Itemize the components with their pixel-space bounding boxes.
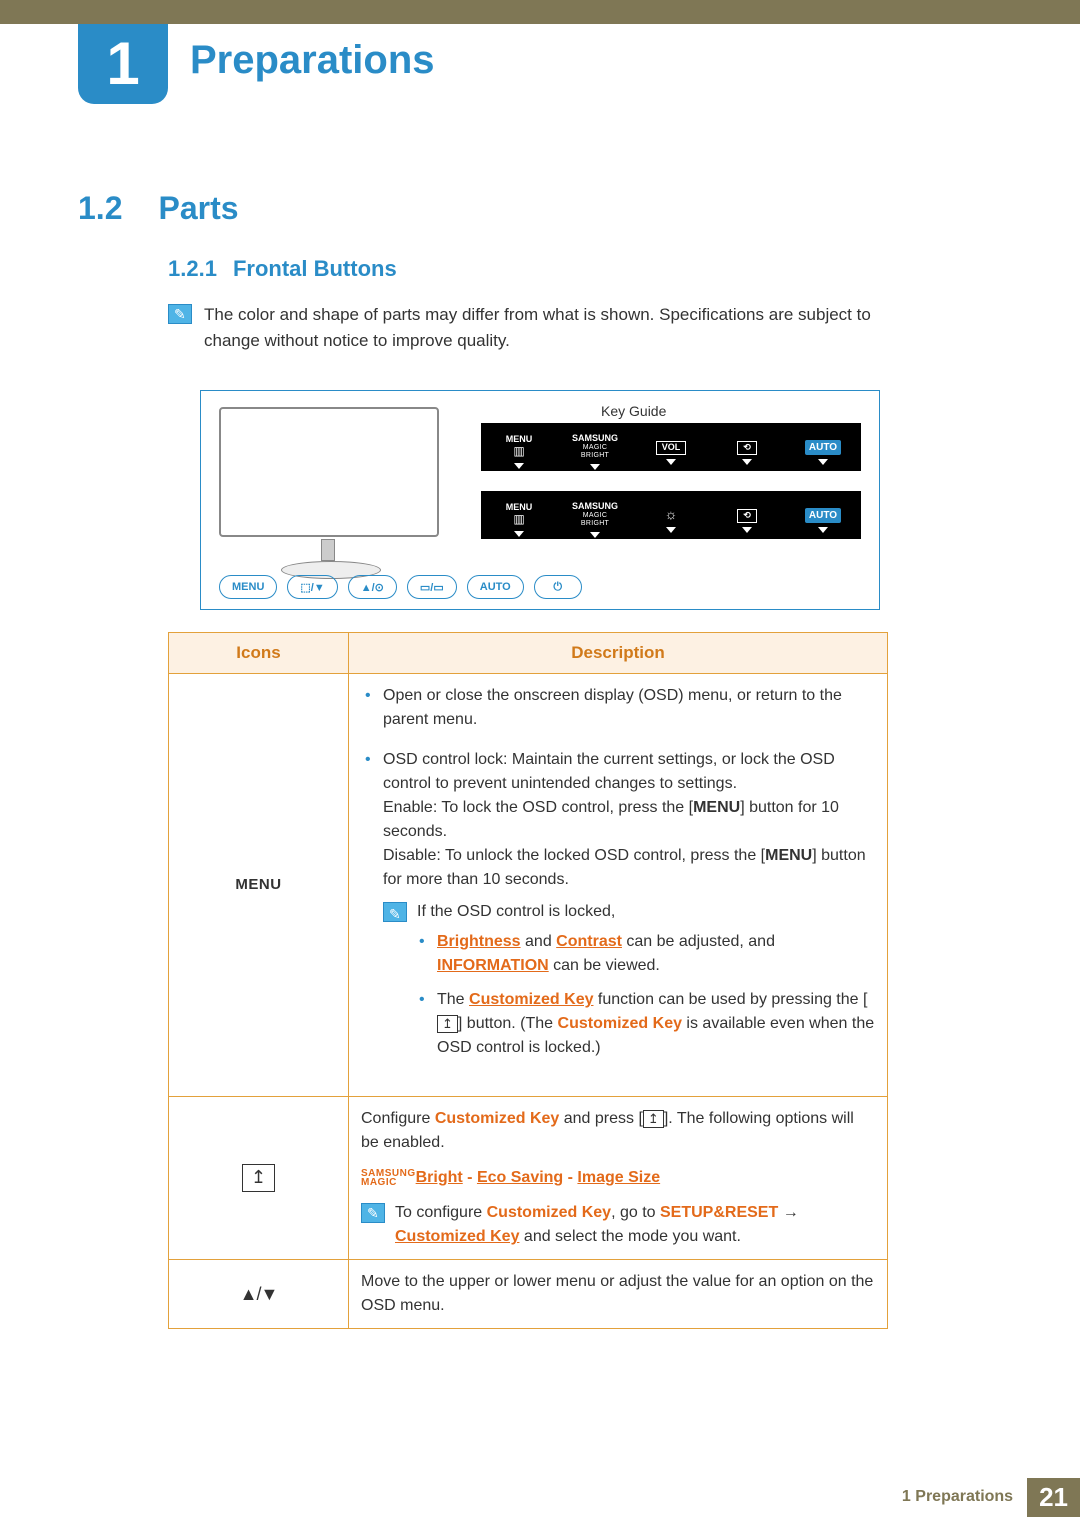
chapter-title: Preparations (190, 38, 435, 83)
note-icon (383, 902, 407, 922)
table-row: MENU Open or close the onscreen display … (169, 674, 888, 1097)
custom-key-icon: ↥ (437, 1015, 458, 1033)
desc-cell-updown: Move to the upper or lower menu or adjus… (349, 1260, 888, 1329)
btn-custom-down: ⬚/▼ (287, 575, 337, 599)
osd-cell: AUTO (791, 440, 855, 455)
table-row: ↥ Configure Customized Key and press [↥]… (169, 1097, 888, 1260)
text: If the OSD control is locked, (417, 903, 615, 920)
text: Enable: To lock the OSD control, press t… (383, 799, 693, 816)
link-eco-saving[interactable]: Eco Saving (477, 1169, 563, 1186)
link-customized-key[interactable]: Customized Key (469, 991, 593, 1008)
icon-cell-custom: ↥ (169, 1097, 349, 1260)
buttons-description-table: Icons Description MENU Open or close the… (168, 632, 888, 1329)
table-header-description: Description (349, 633, 888, 674)
text: - (463, 1169, 477, 1186)
top-strip (0, 0, 1080, 24)
key-guide-label: Key Guide (601, 403, 666, 419)
btn-source: ▭/▭ (407, 575, 457, 599)
text: ] button. (The (458, 1015, 558, 1032)
customized-key-ref: Customized Key (487, 1204, 611, 1221)
osd-cell: MENU▥ (487, 503, 551, 526)
table-row: ▲/▼ Move to the upper or lower menu or a… (169, 1260, 888, 1329)
osd-cell: SAMSUNGMAGICBRIGHT (563, 502, 627, 527)
physical-buttons-row: MENU ⬚/▼ ▲/⊙ ▭/▭ AUTO ⏻ (219, 575, 582, 599)
osd-label: VOL (656, 441, 687, 455)
arrow-icon: → (778, 1204, 798, 1221)
text: Disable: To unlock the locked OSD contro… (383, 847, 765, 864)
text: function can be used by pressing the [ (593, 991, 867, 1008)
link-magic-bright[interactable]: Bright (416, 1169, 463, 1186)
nested-note: If the OSD control is locked, Brightness… (383, 900, 875, 1070)
subsection-title: Frontal Buttons (233, 256, 397, 282)
front-buttons-diagram: Key Guide MENU▥ SAMSUNGMAGICBRIGHT VOL ⟲… (200, 390, 880, 610)
icon-cell-updown: ▲/▼ (169, 1260, 349, 1329)
osd-label: AUTO (805, 440, 841, 455)
monitor-illustration (219, 407, 439, 537)
table-header-icons: Icons (169, 633, 349, 674)
osd-cell: ⟲ (715, 507, 779, 523)
text: MAGIC (361, 1178, 416, 1187)
text: Configure (361, 1110, 435, 1127)
text: and select the mode you want. (519, 1228, 740, 1245)
menu-btn-ref: MENU (765, 847, 812, 864)
note-icon (168, 304, 192, 324)
footer-page-number: 21 (1027, 1478, 1080, 1517)
osd-cell: SAMSUNGMAGICBRIGHT (563, 434, 627, 459)
desc-item: Open or close the onscreen display (OSD)… (361, 684, 875, 732)
osd-bar-1: MENU▥ SAMSUNGMAGICBRIGHT VOL ⟲ AUTO (481, 423, 861, 471)
osd-bar-2: MENU▥ SAMSUNGMAGICBRIGHT ☼ ⟲ AUTO (481, 491, 861, 539)
link-information[interactable]: INFORMATION (437, 957, 549, 974)
osd-cell: AUTO (791, 508, 855, 523)
custom-key-icon: ↥ (242, 1164, 275, 1192)
btn-menu: MENU (219, 575, 277, 599)
subsection-number: 1.2.1 (168, 256, 217, 282)
osd-cell: MENU▥ (487, 435, 551, 458)
text: - (563, 1169, 577, 1186)
desc-cell-custom: Configure Customized Key and press [↥]. … (349, 1097, 888, 1260)
btn-auto: AUTO (467, 575, 524, 599)
setup-reset-ref: SETUP&RESET (660, 1204, 778, 1221)
osd-cell: VOL (639, 439, 703, 455)
sub-item: Brightness and Contrast can be adjusted,… (417, 930, 875, 978)
btn-up-timer: ▲/⊙ (348, 575, 397, 599)
desc-item: OSD control lock: Maintain the current s… (361, 748, 875, 1070)
sub-item: The Customized Key function can be used … (417, 988, 875, 1060)
up-down-icon: ▲/▼ (240, 1284, 278, 1304)
text: OSD control lock: Maintain the current s… (383, 751, 835, 792)
icon-cell-menu: MENU (169, 674, 349, 1097)
custom-key-icon: ↥ (643, 1110, 664, 1128)
text: To configure (395, 1204, 487, 1221)
page-footer: 1 Preparations 21 (888, 1478, 1080, 1517)
text: can be viewed. (549, 957, 660, 974)
link-image-size[interactable]: Image Size (577, 1169, 660, 1186)
nested-note: To configure Customized Key, go to SETUP… (361, 1201, 875, 1249)
link-customized-key[interactable]: Customized Key (395, 1228, 519, 1245)
text: can be adjusted, and (622, 933, 775, 950)
note-icon (361, 1203, 385, 1223)
osd-label: AUTO (805, 508, 841, 523)
section-title: Parts (158, 190, 238, 227)
menu-icon-label: MENU (235, 876, 281, 893)
intro-note: The color and shape of parts may differ … (168, 302, 888, 353)
text: , go to (611, 1204, 660, 1221)
customized-key-ref: Customized Key (558, 1015, 682, 1032)
text: and press [ (559, 1110, 643, 1127)
btn-power: ⏻ (534, 575, 582, 599)
footer-label: 1 Preparations (888, 1478, 1027, 1517)
link-brightness[interactable]: Brightness (437, 933, 521, 950)
osd-cell: ⟲ (715, 439, 779, 455)
section-number: 1.2 (78, 190, 122, 227)
text: and (521, 933, 557, 950)
monitor-stand-neck (321, 539, 335, 561)
section-heading: 1.2 Parts (78, 190, 239, 227)
link-contrast[interactable]: Contrast (556, 933, 622, 950)
subsection-heading: 1.2.1 Frontal Buttons (168, 256, 397, 282)
intro-note-text: The color and shape of parts may differ … (204, 302, 888, 353)
customized-key-ref: Customized Key (435, 1110, 559, 1127)
menu-btn-ref: MENU (693, 799, 740, 816)
text: The (437, 991, 469, 1008)
desc-cell-menu: Open or close the onscreen display (OSD)… (349, 674, 888, 1097)
chapter-number-tab: 1 (78, 24, 168, 104)
osd-cell: ☼ (639, 507, 703, 522)
